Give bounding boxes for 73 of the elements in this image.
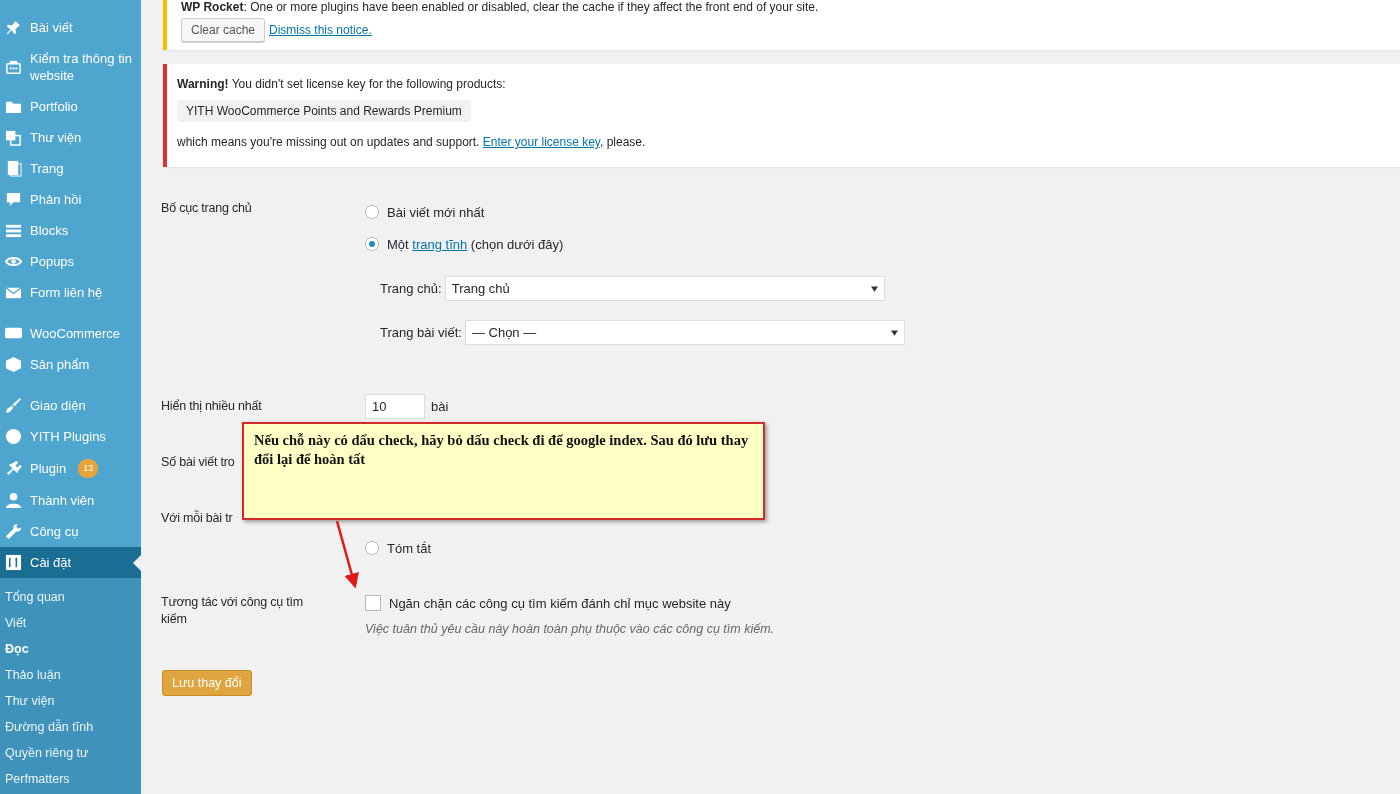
sidebar-menu-item[interactable]: Thành viên xyxy=(0,485,141,516)
radio-label: Tóm tắt xyxy=(387,540,432,556)
field-label: Hiển thị nhiều nhất xyxy=(161,398,262,415)
page-icon xyxy=(5,160,22,177)
submenu-item[interactable]: Tổng quan xyxy=(0,584,141,610)
blocks-icon xyxy=(5,222,22,239)
product-tag: YITH WooCommerce Points and Rewards Premium xyxy=(177,100,471,122)
sidebar-menu-item[interactable]: YITH Plugins xyxy=(0,421,141,452)
sidebar-menu-item[interactable]: Portfolio xyxy=(0,91,141,122)
radio-button[interactable] xyxy=(365,205,379,219)
annotation-callout: Nếu chỗ này có dấu check, hãy bỏ dấu check đi để google index. Sau đó lưu thay đổi lại để hoàn tất xyxy=(242,422,765,520)
annotation-arrow xyxy=(335,520,359,589)
sidebar-menu-item[interactable]: Blocks xyxy=(0,215,141,246)
dismiss-link[interactable]: Dismiss this notice. xyxy=(269,23,372,37)
select-label: Trang chủ: xyxy=(380,281,442,296)
page-dropdown[interactable]: Trang chủ xyxy=(444,276,885,301)
sidebar-menu-item[interactable]: Công cụ xyxy=(0,516,141,547)
monitor-icon xyxy=(5,58,22,76)
radio-button[interactable] xyxy=(365,237,379,251)
save-changes-button[interactable]: Lưu thay đổi xyxy=(162,670,252,696)
notice-text: which means you're missing out on updates and support. Enter your license key, please. xyxy=(177,135,647,149)
plug-icon xyxy=(5,460,22,477)
caret-icon xyxy=(890,329,898,336)
wrench-icon xyxy=(5,523,22,540)
media-icon xyxy=(5,129,22,146)
brush-icon xyxy=(5,397,22,414)
radio-label: Một trang tĩnh (chọn dưới đây) xyxy=(387,236,564,252)
notice-text: Warning! You didn't set license key for the following products: xyxy=(177,77,507,91)
submenu-item[interactable]: Thảo luận xyxy=(0,662,141,688)
cube-icon xyxy=(5,356,22,373)
submenu-item[interactable]: Thư viện xyxy=(0,688,141,714)
submenu-item[interactable]: Đọc xyxy=(0,636,141,662)
clear-cache-button[interactable]: Clear cache xyxy=(181,18,266,42)
field-label: Với mỗi bài tr xyxy=(161,510,233,527)
sidebar-menu-item[interactable]: Thư viện xyxy=(0,122,141,153)
submenu-item[interactable]: Viết xyxy=(0,610,141,636)
static-page-link[interactable]: trang tĩnh xyxy=(412,236,468,252)
sidebar-menu-item[interactable]: Phản hồi xyxy=(0,184,141,215)
sidebar-menu-item[interactable]: WooCommerce xyxy=(0,318,141,349)
unit-label: bài xyxy=(431,399,449,414)
speech-bubble-icon xyxy=(5,191,22,208)
submenu-item[interactable]: Perfmatters xyxy=(0,766,141,792)
sliders-icon xyxy=(5,554,22,571)
radio-label: Bài viết mới nhất xyxy=(387,204,485,220)
sidebar-menu-item[interactable]: Giao diện xyxy=(0,390,141,421)
field-label: Tương tác với công cụ tìm kiếm xyxy=(161,594,305,628)
sidebar-menu-item[interactable]: Popups xyxy=(0,246,141,277)
select-label: Trang bài viết: xyxy=(380,325,462,340)
sidebar-menu-item[interactable]: Sản phẩm xyxy=(0,349,141,380)
submenu-item[interactable]: Quyền riêng tư xyxy=(0,740,141,766)
sidebar-menu-item[interactable]: Plugin 13 xyxy=(0,452,141,485)
radio-button[interactable] xyxy=(365,541,379,555)
sidebar-menu-item[interactable]: Trang xyxy=(0,153,141,184)
field-label: Bố cục trang chủ xyxy=(161,200,252,217)
person-icon xyxy=(5,492,22,509)
field-label: Số bài viết tro xyxy=(161,454,235,471)
envelope-icon xyxy=(5,284,22,301)
submenu-item[interactable]: Đường dẫn tĩnh xyxy=(0,714,141,740)
sidebar-menu-item[interactable]: Bài viết xyxy=(0,12,141,43)
caret-icon xyxy=(870,285,878,292)
circle-logo-icon xyxy=(5,428,22,445)
number-input[interactable]: 10 xyxy=(365,394,425,419)
sidebar-menu-item[interactable]: Kiểm tra thông tin website xyxy=(0,43,141,91)
sidebar-menu-item[interactable]: Cài đặt xyxy=(0,547,141,578)
update-count-badge: 13 xyxy=(78,459,99,478)
description-text: Việc tuân thủ yêu cầu này hoàn toàn phụ thuộc vào các công cụ tìm kiếm. xyxy=(365,622,776,636)
notice-text: WP Rocket: One or more plugins have been enabled or disabled, clear the cache if they affect the front end of your site. xyxy=(181,0,820,14)
checkbox[interactable] xyxy=(365,595,381,611)
checkbox-label: Ngăn chặn các công cụ tìm kiếm đánh chỉ mục website này xyxy=(389,595,731,611)
pin-icon xyxy=(5,19,22,36)
page-dropdown[interactable]: — Chọn — xyxy=(464,320,905,345)
sidebar-menu-item[interactable]: Form liên hệ xyxy=(0,277,141,308)
license-key-link[interactable]: Enter your license key xyxy=(482,135,600,149)
